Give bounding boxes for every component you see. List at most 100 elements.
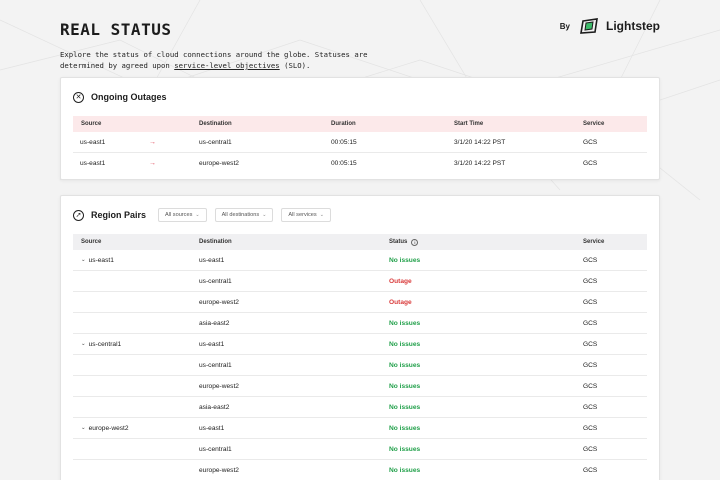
region-destination: europe-west2 (199, 466, 239, 474)
status-badge: No issues (389, 361, 421, 369)
source-group-toggle[interactable]: ⌄ us-central1 (81, 334, 121, 354)
destinations-filter[interactable]: All destinations ⌄ (214, 208, 274, 222)
region-service: GCS (583, 319, 598, 327)
region-service: GCS (583, 424, 598, 432)
region-pair-row[interactable]: asia-east2 No issues GCS (73, 397, 647, 418)
outage-service: GCS (583, 160, 598, 167)
services-filter-label: All services (288, 212, 317, 218)
sources-filter-label: All sources (165, 212, 193, 218)
col-source: Source (81, 239, 102, 245)
outage-duration: 00:05:15 (331, 160, 357, 167)
outage-row[interactable]: us-east1 → europe-west2 00:05:15 3/1/20 … (73, 153, 647, 174)
region-destination: us-central1 (199, 277, 232, 285)
region-service: GCS (583, 298, 598, 306)
chevron-down-icon: ⌄ (81, 257, 86, 263)
region-destination: us-east1 (199, 256, 225, 264)
page-header: REAL STATUS Explore the status of cloud … (60, 18, 660, 71)
region-pairs-header: ➚ Region Pairs All sources ⌄ All destina… (61, 196, 659, 234)
x-circle-icon: ✕ (73, 91, 84, 103)
region-pair-row[interactable]: ⌄ us-east1 us-east1 No issues GCS (73, 250, 647, 271)
region-pairs-card: ➚ Region Pairs All sources ⌄ All destina… (60, 195, 660, 480)
region-pair-row[interactable]: us-central1 Outage GCS (73, 271, 647, 292)
chevron-down-icon: ⌄ (195, 212, 200, 218)
ongoing-outages-card: ✕ Ongoing Outages Source Destination Dur… (60, 77, 660, 180)
services-filter[interactable]: All services ⌄ (281, 208, 331, 222)
status-badge: Outage (389, 277, 412, 285)
region-destination: europe-west2 (199, 382, 239, 390)
outage-start-time: 3/1/20 14:22 PST (454, 138, 506, 146)
region-destination: us-east1 (199, 340, 225, 348)
outage-duration: 00:05:15 (331, 138, 357, 146)
region-pair-row[interactable]: us-central1 No issues GCS (73, 439, 647, 460)
outage-row[interactable]: us-east1 → us-central1 00:05:15 3/1/20 1… (73, 132, 647, 153)
region-service: GCS (583, 277, 598, 285)
compass-icon: ➚ (73, 209, 84, 221)
brand-name: Lightstep (606, 19, 660, 33)
region-pair-row[interactable]: europe-west2 No issues GCS (73, 376, 647, 397)
status-badge: No issues (389, 466, 421, 474)
region-pair-row[interactable]: ⌄ europe-west2 us-east1 No issues GCS (73, 418, 647, 439)
info-icon[interactable]: i (411, 238, 419, 246)
col-source: Source (81, 121, 102, 127)
col-duration: Duration (331, 121, 356, 127)
page-description: Explore the status of cloud connections … (60, 49, 370, 71)
region-service: GCS (583, 361, 598, 369)
slo-link[interactable]: service-level objectives (174, 61, 279, 70)
col-destination: Destination (199, 121, 232, 127)
brand-by: By (559, 21, 570, 31)
col-destination: Destination (199, 239, 232, 245)
region-pair-row[interactable]: europe-west2 No issues GCS (73, 460, 647, 480)
region-pair-row[interactable]: ⌄ us-central1 us-east1 No issues GCS (73, 334, 647, 355)
outage-source: us-east1 (80, 160, 106, 167)
outage-source: us-east1 (80, 138, 106, 146)
chevron-down-icon: ⌄ (81, 425, 86, 431)
region-destination: us-central1 (199, 361, 232, 369)
region-service: GCS (583, 256, 598, 264)
outage-destination: europe-west2 (199, 160, 239, 167)
region-service: GCS (583, 382, 598, 390)
arrow-right-icon: → (149, 160, 156, 167)
col-service: Service (583, 239, 605, 245)
description-text-end: (SLO). (279, 61, 311, 70)
region-service: GCS (583, 466, 598, 474)
status-badge: No issues (389, 424, 421, 432)
col-status: Status i (389, 234, 419, 250)
source-group-toggle[interactable]: ⌄ europe-west2 (81, 418, 129, 438)
status-badge: No issues (389, 403, 421, 411)
chevron-down-icon: ⌄ (262, 212, 267, 218)
outage-destination: us-central1 (199, 138, 232, 146)
status-badge: No issues (389, 340, 421, 348)
col-start-time: Start Time (454, 121, 484, 127)
region-source: europe-west2 (88, 424, 129, 432)
status-badge: Outage (389, 298, 412, 306)
region-destination: europe-west2 (199, 298, 239, 306)
region-pairs-title: Region Pairs (91, 210, 147, 220)
sources-filter[interactable]: All sources ⌄ (158, 208, 207, 222)
destinations-filter-label: All destinations (221, 212, 260, 218)
region-destination: asia-east2 (199, 403, 230, 411)
col-service: Service (583, 121, 605, 127)
region-source: us-central1 (88, 340, 122, 348)
region-table-header: Source Destination Status i Service (73, 234, 647, 250)
outages-header: ✕ Ongoing Outages (61, 78, 659, 116)
status-badge: No issues (389, 256, 421, 264)
region-service: GCS (583, 403, 598, 411)
region-destination: us-central1 (199, 445, 232, 453)
region-pair-row[interactable]: us-central1 No issues GCS (73, 355, 647, 376)
status-badge: No issues (389, 319, 421, 327)
lightstep-logo-icon (580, 18, 598, 34)
chevron-down-icon: ⌄ (319, 212, 324, 218)
chevron-down-icon: ⌄ (81, 341, 86, 347)
status-badge: No issues (389, 445, 421, 453)
col-status-label: Status (389, 239, 408, 245)
region-pair-row[interactable]: europe-west2 Outage GCS (73, 292, 647, 313)
region-source: us-east1 (88, 256, 114, 264)
outages-title: Ongoing Outages (91, 92, 167, 102)
region-destination: us-east1 (199, 424, 225, 432)
brand[interactable]: By Lightstep (560, 18, 660, 34)
outage-service: GCS (583, 138, 598, 146)
outage-start-time: 3/1/20 14:22 PST (454, 160, 506, 167)
source-group-toggle[interactable]: ⌄ us-east1 (81, 250, 114, 270)
region-pair-row[interactable]: asia-east2 No issues GCS (73, 313, 647, 334)
status-badge: No issues (389, 382, 421, 390)
